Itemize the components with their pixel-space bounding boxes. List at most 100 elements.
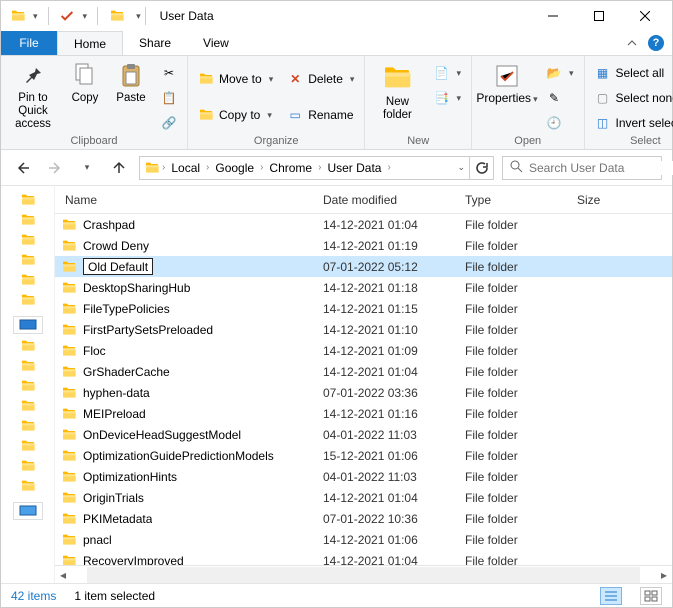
paste-button[interactable]: Paste bbox=[111, 58, 151, 105]
easy-access-button[interactable]: 📑▾ bbox=[429, 87, 465, 109]
cut-button[interactable]: ✂ bbox=[157, 62, 181, 84]
copy-path-button[interactable]: 📋 bbox=[157, 87, 181, 109]
file-name: OptimizationGuidePredictionModels bbox=[83, 449, 274, 463]
tree-item[interactable] bbox=[20, 212, 36, 228]
address-bar[interactable]: › Local›Google›Chrome›User Data› ⌄ bbox=[139, 156, 470, 180]
file-type: File folder bbox=[465, 449, 577, 463]
breadcrumb-segment[interactable]: Local bbox=[167, 161, 204, 175]
scroll-right-button[interactable]: ▸ bbox=[656, 567, 672, 583]
move-to-button[interactable]: Move to▾ bbox=[194, 68, 277, 90]
table-row[interactable]: FileTypePolicies14-12-2021 01:15File fol… bbox=[55, 298, 672, 319]
table-row[interactable]: hyphen-data07-01-2022 03:36File folder bbox=[55, 382, 672, 403]
history-button[interactable]: 🕘 bbox=[542, 112, 578, 134]
file-date: 14-12-2021 01:06 bbox=[323, 533, 465, 547]
tab-home[interactable]: Home bbox=[57, 31, 123, 55]
tree-item[interactable] bbox=[20, 398, 36, 414]
tree-item[interactable] bbox=[20, 338, 36, 354]
tree-network[interactable] bbox=[13, 502, 43, 520]
invert-selection-button[interactable]: ◫ Invert selection bbox=[591, 112, 673, 134]
view-large-icons-button[interactable] bbox=[640, 587, 662, 605]
table-row[interactable]: Old Default07-01-2022 05:12File folder bbox=[55, 256, 672, 277]
table-row[interactable]: MEIPreload14-12-2021 01:16File folder bbox=[55, 403, 672, 424]
breadcrumb-segment[interactable]: User Data bbox=[323, 161, 385, 175]
tree-item[interactable] bbox=[20, 292, 36, 308]
address-history-dropdown[interactable]: ⌄ bbox=[457, 162, 465, 173]
select-all-button[interactable]: ▦ Select all bbox=[591, 62, 673, 84]
horizontal-scrollbar[interactable]: ◂ ▸ bbox=[55, 565, 672, 583]
edit-button[interactable]: ✎ bbox=[542, 87, 578, 109]
select-none-button[interactable]: ▢ Select none bbox=[591, 87, 673, 109]
tree-item[interactable] bbox=[20, 418, 36, 434]
table-row[interactable]: Crashpad14-12-2021 01:04File folder bbox=[55, 214, 672, 235]
copy-to-button[interactable]: Copy to▾ bbox=[194, 104, 277, 126]
tree-item[interactable] bbox=[20, 438, 36, 454]
rename-input[interactable]: Old Default bbox=[83, 258, 153, 275]
column-type[interactable]: Type bbox=[465, 193, 577, 207]
open-menu-button[interactable]: 📂▾ bbox=[542, 62, 578, 84]
nav-back-button[interactable] bbox=[11, 156, 35, 180]
properties-button[interactable]: Properties▾ bbox=[478, 58, 536, 106]
table-row[interactable]: pnacl14-12-2021 01:06File folder bbox=[55, 529, 672, 550]
tree-item[interactable] bbox=[20, 272, 36, 288]
tree-item[interactable] bbox=[20, 378, 36, 394]
tree-item[interactable] bbox=[20, 358, 36, 374]
tab-share[interactable]: Share bbox=[123, 31, 187, 55]
tab-file[interactable]: File bbox=[1, 31, 57, 55]
qat-dropdown-2[interactable]: ▾ bbox=[83, 11, 88, 22]
search-box[interactable] bbox=[502, 156, 662, 180]
table-row[interactable]: OnDeviceHeadSuggestModel04-01-2022 11:03… bbox=[55, 424, 672, 445]
nav-recent-button[interactable]: ▾ bbox=[75, 156, 99, 180]
checkmark-icon[interactable] bbox=[59, 8, 77, 24]
table-row[interactable]: PKIMetadata07-01-2022 10:36File folder bbox=[55, 508, 672, 529]
qat-dropdown[interactable]: ▾ bbox=[33, 11, 38, 22]
file-date: 14-12-2021 01:10 bbox=[323, 323, 465, 337]
breadcrumb-segment[interactable]: Chrome bbox=[265, 161, 316, 175]
paste-shortcut-button[interactable]: 🔗 bbox=[157, 112, 181, 134]
file-name: FirstPartySetsPreloaded bbox=[83, 323, 213, 337]
pin-to-quick-access-button[interactable]: Pin to Quick access bbox=[7, 58, 59, 132]
new-item-icon: 📄 bbox=[433, 66, 449, 80]
search-input[interactable] bbox=[529, 161, 673, 175]
column-name[interactable]: Name bbox=[61, 193, 323, 207]
tree-item[interactable] bbox=[20, 458, 36, 474]
table-row[interactable]: Floc14-12-2021 01:09File folder bbox=[55, 340, 672, 361]
table-row[interactable]: DesktopSharingHub14-12-2021 01:18File fo… bbox=[55, 277, 672, 298]
tab-view[interactable]: View bbox=[187, 31, 245, 55]
column-date-modified[interactable]: Date modified bbox=[323, 193, 465, 207]
column-size[interactable]: Size bbox=[577, 193, 627, 207]
folder-icon bbox=[61, 406, 77, 422]
new-item-button[interactable]: 📄▾ bbox=[429, 62, 465, 84]
help-button[interactable]: ? bbox=[646, 31, 666, 55]
nav-up-button[interactable] bbox=[107, 156, 131, 180]
navigation-pane[interactable] bbox=[1, 186, 55, 583]
table-row[interactable]: OptimizationHints04-01-2022 11:03File fo… bbox=[55, 466, 672, 487]
ribbon-collapse-button[interactable] bbox=[618, 31, 646, 55]
delete-button[interactable]: ✕ Delete▾ bbox=[283, 68, 358, 90]
tree-item[interactable] bbox=[20, 192, 36, 208]
qat-overflow[interactable]: ▾ bbox=[136, 11, 141, 22]
tree-item[interactable] bbox=[20, 232, 36, 248]
minimize-button[interactable] bbox=[530, 1, 576, 31]
table-row[interactable]: FirstPartySetsPreloaded14-12-2021 01:10F… bbox=[55, 319, 672, 340]
breadcrumb-segment[interactable]: Google bbox=[211, 161, 258, 175]
rename-button[interactable]: ▭ Rename bbox=[283, 104, 358, 126]
nav-forward-button[interactable] bbox=[43, 156, 67, 180]
new-folder-button[interactable]: New folder bbox=[371, 58, 423, 122]
file-list[interactable]: Crashpad14-12-2021 01:04File folderCrowd… bbox=[55, 214, 672, 565]
folder-icon-2 bbox=[108, 8, 126, 24]
maximize-button[interactable] bbox=[576, 1, 622, 31]
table-row[interactable]: Crowd Deny14-12-2021 01:19File folder bbox=[55, 235, 672, 256]
tree-item[interactable] bbox=[20, 478, 36, 494]
table-row[interactable]: GrShaderCache14-12-2021 01:04File folder bbox=[55, 361, 672, 382]
view-details-button[interactable] bbox=[600, 587, 622, 605]
table-row[interactable]: OriginTrials14-12-2021 01:04File folder bbox=[55, 487, 672, 508]
close-button[interactable] bbox=[622, 1, 668, 31]
tree-this-pc[interactable] bbox=[13, 316, 43, 334]
table-row[interactable]: OptimizationGuidePredictionModels15-12-2… bbox=[55, 445, 672, 466]
table-row[interactable]: RecoveryImproved14-12-2021 01:04File fol… bbox=[55, 550, 672, 565]
file-type: File folder bbox=[465, 491, 577, 505]
copy-button[interactable]: Copy bbox=[65, 58, 105, 105]
refresh-button[interactable] bbox=[470, 156, 494, 180]
tree-item[interactable] bbox=[20, 252, 36, 268]
scroll-left-button[interactable]: ◂ bbox=[55, 567, 71, 583]
